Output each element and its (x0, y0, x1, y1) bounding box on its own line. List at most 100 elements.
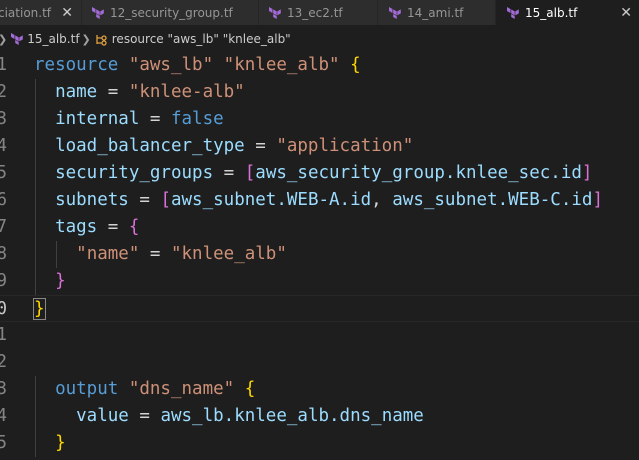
line-number: 6 (0, 190, 7, 210)
code-token: name (34, 82, 98, 102)
code-token: { (244, 379, 256, 399)
code-text: } (34, 268, 66, 295)
breadcrumb-symbol[interactable]: resource "aws_lb" "knlee_alb" (112, 32, 291, 46)
line-number: 1 (0, 55, 7, 75)
code-token: { (128, 217, 140, 237)
editor-tab-bar: ciation.tf ✕ 12_security_group.tf ✕ 13_e… (0, 0, 639, 25)
code-line[interactable]: 5 security_groups = [aws_security_group.… (0, 160, 639, 187)
line-number: 9 (0, 271, 7, 291)
code-token: tags (34, 217, 98, 237)
code-token: = (97, 82, 129, 102)
code-text: resource "aws_lb" "knlee_alb" { (34, 52, 361, 79)
code-text: name = "knlee-alb" (34, 79, 245, 106)
code-token: } (33, 298, 46, 320)
code-line[interactable]: 1 resource "aws_lb" "knlee_alb" { (0, 52, 639, 79)
tab-14-ami[interactable]: 14_ami.tf ✕ (378, 0, 496, 25)
code-token: output (34, 379, 129, 399)
code-line[interactable]: 1 (0, 322, 639, 349)
code-token: = (97, 217, 129, 237)
code-token: = (244, 136, 277, 156)
code-token: "application" (276, 136, 414, 156)
breadcrumb-file[interactable]: 15_alb.tf (27, 32, 79, 46)
code-token: load_balancer_type (34, 136, 245, 156)
line-number: 0 (0, 299, 7, 319)
breadcrumb: ❯ 15_alb.tf ❯ resource "aws_lb" "knlee_a… (0, 28, 639, 50)
code-line[interactable]: 5 } (0, 430, 639, 457)
code-token: "knlee-alb" (128, 82, 245, 102)
code-token: "knlee_alb" (223, 55, 340, 75)
line-number: 4 (0, 406, 7, 426)
chevron-right-icon: ❯ (0, 33, 7, 46)
terraform-icon (507, 6, 519, 19)
code-text: internal = false (34, 106, 224, 133)
code-line[interactable]: 0} (0, 295, 639, 322)
terraform-icon (389, 6, 401, 19)
code-token: = (128, 406, 161, 426)
line-number: 1 (0, 325, 7, 345)
code-token: internal (34, 109, 140, 129)
line-number: 7 (0, 217, 7, 237)
code-token: , (371, 190, 393, 210)
code-text: tags = { (34, 214, 139, 241)
code-line[interactable]: 6 subnets = [aws_subnet.WEB-A.id, aws_su… (0, 187, 639, 214)
code-line[interactable]: 7 tags = { (0, 214, 639, 241)
code-token: = (128, 190, 161, 210)
code-token: subnets (34, 190, 129, 210)
code-text: subnets = [aws_subnet.WEB-A.id, aws_subn… (34, 187, 603, 214)
code-editor[interactable]: 1 resource "aws_lb" "knlee_alb" {2 name =… (0, 50, 639, 460)
code-token: [ (244, 163, 256, 183)
code-token: aws_subnet.WEB-A.id (170, 190, 372, 210)
tab-12-security-group[interactable]: 12_security_group.tf ✕ (82, 0, 259, 25)
code-line[interactable]: 2 name = "knlee-alb" (0, 79, 639, 106)
tab-15-alb[interactable]: 15_alb.tf ✕ (496, 0, 639, 25)
line-number: 5 (0, 433, 7, 453)
code-token: { (350, 55, 361, 75)
line-number: 4 (0, 136, 7, 156)
code-token: = (213, 163, 245, 183)
code-token: aws_lb.knlee_alb.dns_name (160, 406, 424, 426)
line-number: 8 (0, 244, 7, 264)
tab-label: 13_ec2.tf (287, 5, 343, 20)
code-token: = (139, 109, 171, 129)
code-text: value = aws_lb.knlee_alb.dns_name (34, 403, 424, 430)
terraform-icon (269, 6, 281, 19)
tab-label: 14_ami.tf (407, 5, 464, 20)
code-line[interactable]: 9 } (0, 268, 639, 295)
code-token: "dns_name" (128, 379, 235, 399)
line-number: 2 (0, 352, 7, 372)
code-line[interactable]: 2 (0, 349, 639, 376)
code-token: security_groups (34, 163, 214, 183)
code-token: false (170, 109, 224, 129)
tab-ciation[interactable]: ciation.tf ✕ (0, 0, 82, 25)
code-line[interactable]: 3 internal = false (0, 106, 639, 133)
line-number: 2 (0, 82, 7, 102)
tab-13-ec2[interactable]: 13_ec2.tf ✕ (259, 0, 378, 25)
code-token: aws_subnet.WEB-C.id (392, 190, 593, 210)
code-text: } (33, 296, 46, 323)
code-token: aws_security_group.knlee_sec.id (255, 163, 582, 183)
line-number: 5 (0, 163, 7, 183)
terraform-icon (92, 6, 104, 19)
symbol-structure-icon (96, 34, 107, 46)
code-token: [ (160, 190, 171, 210)
code-text: security_groups = [aws_security_group.kn… (34, 160, 592, 187)
code-token: value (34, 406, 129, 426)
code-token: ] (592, 190, 603, 210)
close-icon[interactable]: ✕ (620, 6, 632, 20)
close-icon[interactable]: ✕ (61, 6, 73, 20)
code-line[interactable]: 3 output "dns_name" { (0, 376, 639, 403)
chevron-right-icon: ❯ (81, 32, 91, 46)
code-line[interactable]: 4 load_balancer_type = "application" (0, 133, 639, 160)
code-line[interactable]: 8 "name" = "knlee_alb" (0, 241, 639, 268)
code-token: ] (581, 163, 593, 183)
tab-label: ciation.tf (0, 5, 52, 20)
code-text: "name" = "knlee_alb" (34, 241, 287, 268)
tab-label: 15_alb.tf (525, 5, 578, 20)
line-number: 3 (0, 379, 7, 399)
line-number: 3 (0, 109, 7, 129)
code-line[interactable]: 4 value = aws_lb.knlee_alb.dns_name (0, 403, 639, 430)
